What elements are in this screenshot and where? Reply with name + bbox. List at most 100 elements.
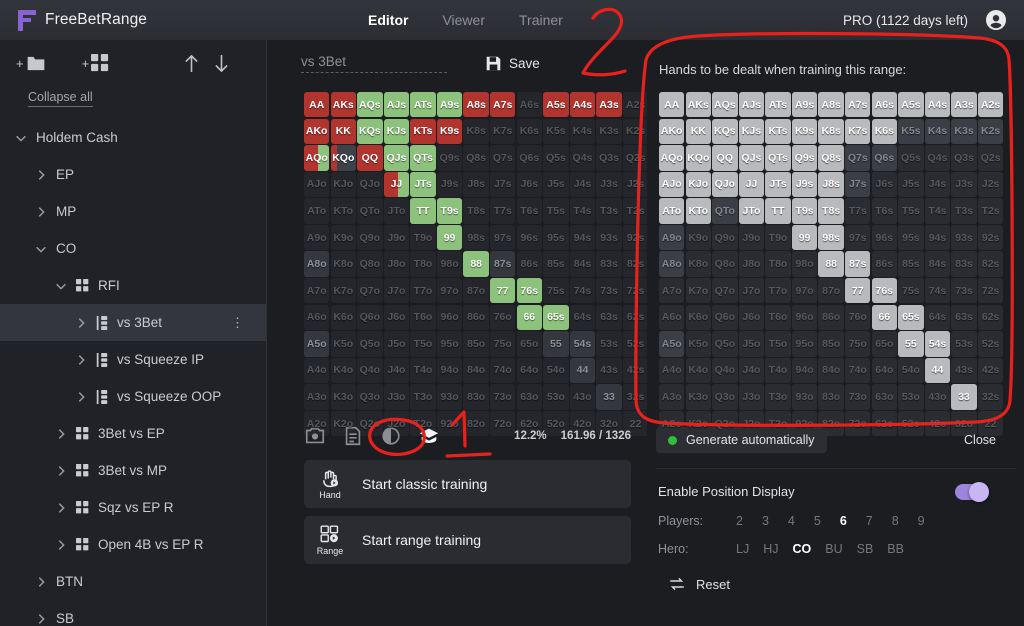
hand-cell-K4o[interactable]: K4o [330,357,356,384]
hand-cell-A8s[interactable]: A8s [463,92,489,118]
hand-cell-63o[interactable]: 63o [871,384,898,410]
hero-option-bu[interactable]: BU [825,542,842,556]
hand-cell-T4s[interactable]: T4s [924,198,951,224]
hand-cell-Q4s[interactable]: Q4s [924,145,951,171]
hand-cell-KJs[interactable]: KJs [738,118,765,144]
hand-cell-Q9s[interactable]: Q9s [436,145,463,171]
hand-cell-KJo[interactable]: KJo [330,171,356,198]
hand-cell-J9o[interactable]: J9o [738,224,765,251]
hand-cell-J4s[interactable]: J4s [569,171,596,198]
hand-cell-83s[interactable]: 83s [596,251,622,277]
hand-cell-T9s[interactable]: T9s [436,198,463,224]
hand-cell-ATs[interactable]: ATs [410,92,436,118]
hand-cell-77[interactable]: 77 [845,278,871,304]
hand-cell-54s[interactable]: 54s [924,331,951,357]
hand-cell-K4s[interactable]: K4s [924,118,951,144]
hand-cell-K9s[interactable]: K9s [791,118,818,144]
hand-cell-K8s[interactable]: K8s [818,118,844,144]
hand-cell-J7s[interactable]: J7s [845,171,871,198]
hand-cell-A6o[interactable]: A6o [304,304,330,331]
hero-option-lj[interactable]: LJ [736,542,749,556]
hand-cell-82s[interactable]: 82s [622,251,649,277]
item-menu-button[interactable]: ⋮ [231,316,244,329]
hand-cell-A3s[interactable]: A3s [596,92,622,118]
hand-cell-A6s[interactable]: A6s [871,92,898,118]
hand-cell-95s[interactable]: 95s [898,224,924,251]
hand-cell-K3s[interactable]: K3s [951,118,977,144]
hand-cell-Q9o[interactable]: Q9o [712,224,738,251]
hand-cell-86o[interactable]: 86o [818,304,844,331]
sidebar-item-3bet-vs-ep[interactable]: 3Bet vs EP [0,415,266,452]
hand-cell-Q6o[interactable]: Q6o [357,304,383,331]
hand-cell-85o[interactable]: 85o [818,331,844,357]
hand-cell-Q4o[interactable]: Q4o [712,357,738,384]
hand-cell-QTs[interactable]: QTs [765,145,791,171]
hand-cell-43s[interactable]: 43s [596,357,622,384]
hand-cell-J6o[interactable]: J6o [383,304,410,331]
hand-cell-Q7s[interactable]: Q7s [490,145,516,171]
sidebar-item-rfi[interactable]: RFI [0,267,266,304]
hand-cell-65s[interactable]: 65s [543,304,569,331]
hand-cell-94o[interactable]: 94o [436,357,463,384]
hand-cell-Q8s[interactable]: Q8s [818,145,844,171]
hand-cell-T8o[interactable]: T8o [410,251,436,277]
sidebar-item-open-4b-vs-ep-r[interactable]: Open 4B vs EP R [0,526,266,563]
hand-cell-65o[interactable]: 65o [516,331,543,357]
hand-cell-A7o[interactable]: A7o [659,278,685,304]
hand-cell-53s[interactable]: 53s [596,331,622,357]
hero-option-bb[interactable]: BB [887,542,904,556]
hand-cell-Q3o[interactable]: Q3o [357,384,383,410]
sidebar-item-3bet-vs-mp[interactable]: 3Bet vs MP [0,452,266,489]
hand-cell-73o[interactable]: 73o [490,384,516,410]
players-option-3[interactable]: 3 [762,514,769,528]
hand-cell-72s[interactable]: 72s [622,278,649,304]
hand-cell-54o[interactable]: 54o [898,357,924,384]
hand-cell-A5s[interactable]: A5s [543,92,569,118]
hand-cell-ATo[interactable]: ATo [304,198,330,224]
hand-cell-T9s[interactable]: T9s [791,198,818,224]
hand-cell-75o[interactable]: 75o [845,331,871,357]
hand-cell-J4o[interactable]: J4o [738,357,765,384]
hand-cell-AKo[interactable]: AKo [304,118,330,144]
hand-cell-T6o[interactable]: T6o [765,304,791,331]
hand-cell-J3s[interactable]: J3s [596,171,622,198]
hand-cell-AQo[interactable]: AQo [304,145,330,171]
hand-cell-JTs[interactable]: JTs [410,171,436,198]
hand-cell-J8o[interactable]: J8o [738,251,765,277]
hand-cell-Q5o[interactable]: Q5o [357,331,383,357]
hand-cell-K9o[interactable]: K9o [685,224,711,251]
start-range-training-button[interactable]: Range Start range training [304,516,631,564]
hand-cell-AKs[interactable]: AKs [685,92,711,118]
hand-cell-94s[interactable]: 94s [569,224,596,251]
hand-cell-43s[interactable]: 43s [951,357,977,384]
hand-cell-K8o[interactable]: K8o [685,251,711,277]
hand-cell-K8o[interactable]: K8o [330,251,356,277]
hand-cell-65o[interactable]: 65o [871,331,898,357]
hand-cell-83o[interactable]: 83o [463,384,489,410]
players-option-2[interactable]: 2 [736,514,743,528]
hand-cell-JTs[interactable]: JTs [765,171,791,198]
hand-cell-T7o[interactable]: T7o [765,278,791,304]
sidebar-item-mp[interactable]: MP [0,193,266,230]
hand-cell-82s[interactable]: 82s [977,251,1004,277]
hand-cell-63s[interactable]: 63s [596,304,622,331]
hero-option-co[interactable]: CO [792,542,811,556]
hand-cell-64s[interactable]: 64s [569,304,596,331]
hand-cell-86s[interactable]: 86s [516,251,543,277]
hand-cell-Q6s[interactable]: Q6s [871,145,898,171]
hand-cell-J6s[interactable]: J6s [871,171,898,198]
hand-cell-K6s[interactable]: K6s [516,118,543,144]
hand-cell-K5o[interactable]: K5o [685,331,711,357]
hand-cell-Q6s[interactable]: Q6s [516,145,543,171]
hand-cell-64o[interactable]: 64o [871,357,898,384]
hand-cell-53s[interactable]: 53s [951,331,977,357]
hand-cell-A3o[interactable]: A3o [659,384,685,410]
hand-cell-K3o[interactable]: K3o [330,384,356,410]
hand-cell-JTo[interactable]: JTo [738,198,765,224]
hand-cell-A3o[interactable]: A3o [304,384,330,410]
hand-cell-AKo[interactable]: AKo [659,118,685,144]
hand-cell-76o[interactable]: 76o [490,304,516,331]
hero-option-sb[interactable]: SB [857,542,874,556]
hand-cell-83s[interactable]: 83s [951,251,977,277]
nav-tab-editor[interactable]: Editor [368,12,408,28]
